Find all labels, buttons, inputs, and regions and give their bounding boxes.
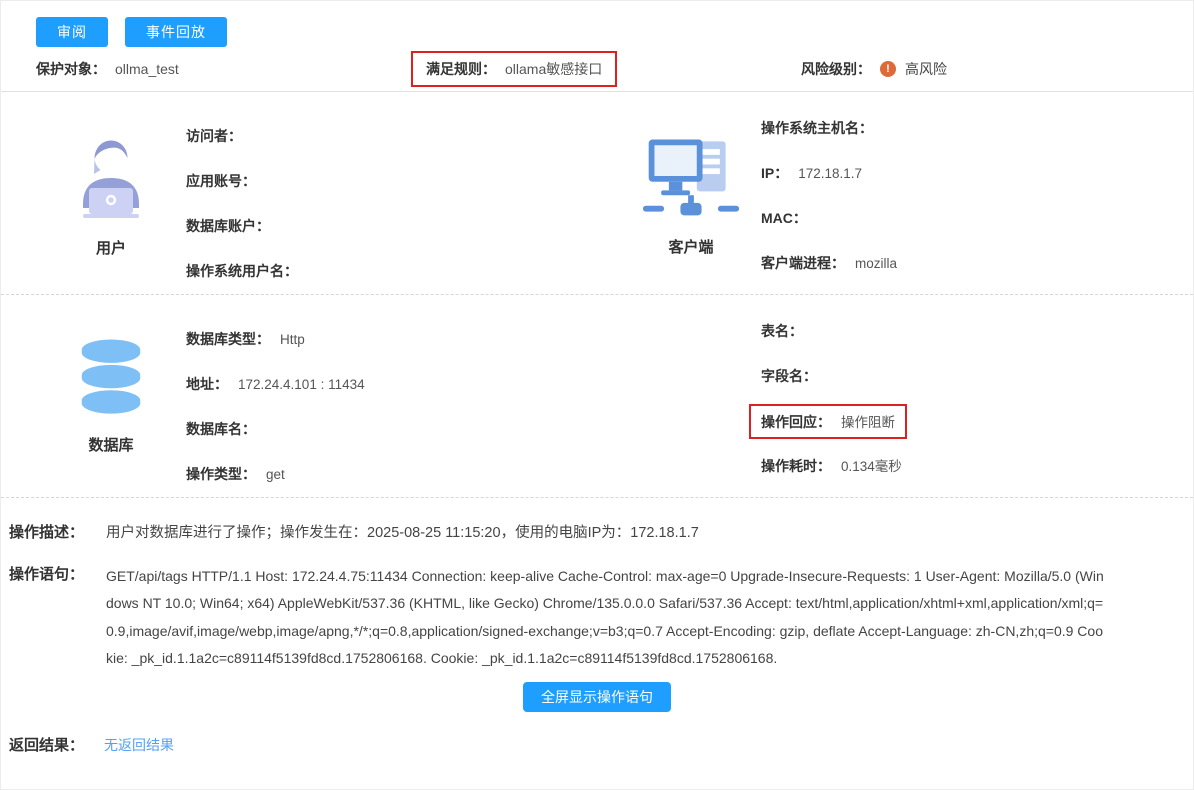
field-table-name: 表名：: [761, 321, 1193, 341]
field-app-account: 应用账号：: [186, 171, 621, 191]
field-db-address: 地址： 172.24.4.101 : 11434: [186, 374, 621, 394]
field-label: 操作类型：: [186, 464, 256, 484]
database-section: 数据库 数据库类型： Http 地址： 172.24.4.101 : 11434…: [1, 295, 1193, 497]
client-icon-block: 客户端: [621, 92, 761, 294]
database-fields: 数据库类型： Http 地址： 172.24.4.101 : 11434 数据库…: [186, 295, 621, 497]
field-ip: IP： 172.18.1.7: [761, 163, 1193, 183]
operation-statement-row: 操作语句： GET/api/tags HTTP/1.1 Host: 172.24…: [1, 542, 1193, 672]
field-label: 字段名：: [761, 366, 817, 386]
field-os-username: 操作系统用户名：: [186, 261, 621, 281]
protect-object-group: 保护对象： ollma_test: [36, 59, 179, 79]
field-db-type: 数据库类型： Http: [186, 329, 621, 349]
database-icon-block: 数据库: [36, 295, 186, 497]
matched-rule-label: 满足规则：: [426, 59, 496, 79]
risk-level-label: 风险级别：: [801, 59, 871, 79]
field-value: get: [266, 467, 285, 482]
event-replay-button[interactable]: 事件回放: [125, 17, 227, 47]
field-op-type: 操作类型： get: [186, 464, 621, 484]
field-db-account: 数据库账户：: [186, 216, 621, 236]
field-label: 操作系统用户名：: [186, 261, 298, 281]
field-value: Http: [280, 332, 305, 347]
field-os-hostname: 操作系统主机名：: [761, 118, 1193, 138]
database-section-title: 数据库: [88, 434, 133, 455]
field-label: 应用账号：: [186, 171, 256, 191]
field-value: 172.18.1.7: [798, 166, 862, 181]
protect-object-label: 保护对象：: [36, 59, 106, 79]
fullscreen-statement-button[interactable]: 全屏显示操作语句: [523, 682, 671, 712]
field-label: 操作耗时：: [761, 456, 831, 476]
database-cylinder-icon: [72, 337, 150, 426]
field-label: 操作回应：: [761, 412, 831, 432]
field-label: 数据库名：: [186, 419, 256, 439]
return-result-row: 返回结果： 无返回结果: [1, 712, 1193, 755]
user-client-section: 用户 访问者： 应用账号： 数据库账户： 操作系统用户名：: [1, 92, 1193, 294]
field-label: 表名：: [761, 321, 803, 341]
spacer: [621, 295, 761, 497]
toolbar: 审阅 事件回放: [1, 1, 1193, 47]
summary-row: 保护对象： ollma_test 满足规则： ollama敏感接口 风险级别： …: [1, 47, 1193, 91]
field-value: 172.24.4.101 : 11434: [238, 377, 365, 392]
field-label: MAC：: [761, 208, 807, 228]
matched-rule-value: ollama敏感接口: [505, 59, 602, 79]
review-button[interactable]: 审阅: [36, 17, 108, 47]
field-value: 操作阻断: [841, 411, 895, 431]
operation-statement-value: GET/api/tags HTTP/1.1 Host: 172.24.4.75:…: [106, 563, 1105, 672]
field-mac: MAC：: [761, 208, 1193, 228]
field-client-process: 客户端进程： mozilla: [761, 253, 1193, 273]
field-label: IP：: [761, 163, 788, 183]
field-label: 访问者：: [186, 126, 242, 146]
operation-description-label: 操作描述：: [9, 521, 94, 542]
field-column-name: 字段名：: [761, 366, 1193, 386]
user-fields: 访问者： 应用账号： 数据库账户： 操作系统用户名：: [186, 92, 621, 294]
user-icon-block: 用户: [36, 92, 186, 294]
field-label: 地址：: [186, 374, 228, 394]
fullscreen-row: 全屏显示操作语句: [1, 672, 1193, 712]
field-label: 操作系统主机名：: [761, 118, 873, 138]
user-section-title: 用户: [96, 237, 126, 258]
field-op-duration: 操作耗时： 0.134毫秒: [761, 455, 1193, 475]
result-fields: 表名： 字段名： 操作回应： 操作阻断 操作耗时： 0.134毫秒: [761, 295, 1193, 497]
field-label: 数据库账户：: [186, 216, 270, 236]
event-detail-panel: 审阅 事件回放 保护对象： ollma_test 满足规则： ollama敏感接…: [0, 0, 1194, 790]
risk-level-group: 风险级别： ! 高风险: [801, 59, 947, 79]
field-value: 0.134毫秒: [841, 455, 902, 475]
no-return-result-link[interactable]: 无返回结果: [104, 735, 174, 755]
operation-statement-label: 操作语句：: [9, 563, 94, 672]
matched-rule-highlight-box: 满足规则： ollama敏感接口: [411, 51, 617, 87]
client-section-title: 客户端: [668, 236, 713, 257]
risk-level-value: 高风险: [905, 59, 947, 79]
protect-object-value: ollma_test: [115, 61, 179, 77]
return-result-label: 返回结果：: [9, 734, 94, 755]
alert-circle-icon: !: [880, 61, 896, 77]
op-response-highlight-box: 操作回应： 操作阻断: [749, 404, 907, 439]
user-laptop-icon: [63, 128, 159, 229]
client-fields: 操作系统主机名： IP： 172.18.1.7 MAC： 客户端进程： mozi…: [761, 92, 1193, 294]
field-label: 数据库类型：: [186, 329, 270, 349]
field-db-name: 数据库名：: [186, 419, 621, 439]
computer-network-icon: [641, 129, 741, 228]
field-op-response: 操作回应： 操作阻断: [761, 404, 1193, 439]
field-visitor: 访问者：: [186, 126, 621, 146]
operation-description-value: 用户对数据库进行了操作；操作发生在：2025-08-25 11:15:20，使用…: [106, 521, 699, 542]
field-label: 客户端进程：: [761, 253, 845, 273]
field-value: mozilla: [855, 256, 897, 271]
operation-description-row: 操作描述： 用户对数据库进行了操作；操作发生在：2025-08-25 11:15…: [1, 498, 1193, 542]
